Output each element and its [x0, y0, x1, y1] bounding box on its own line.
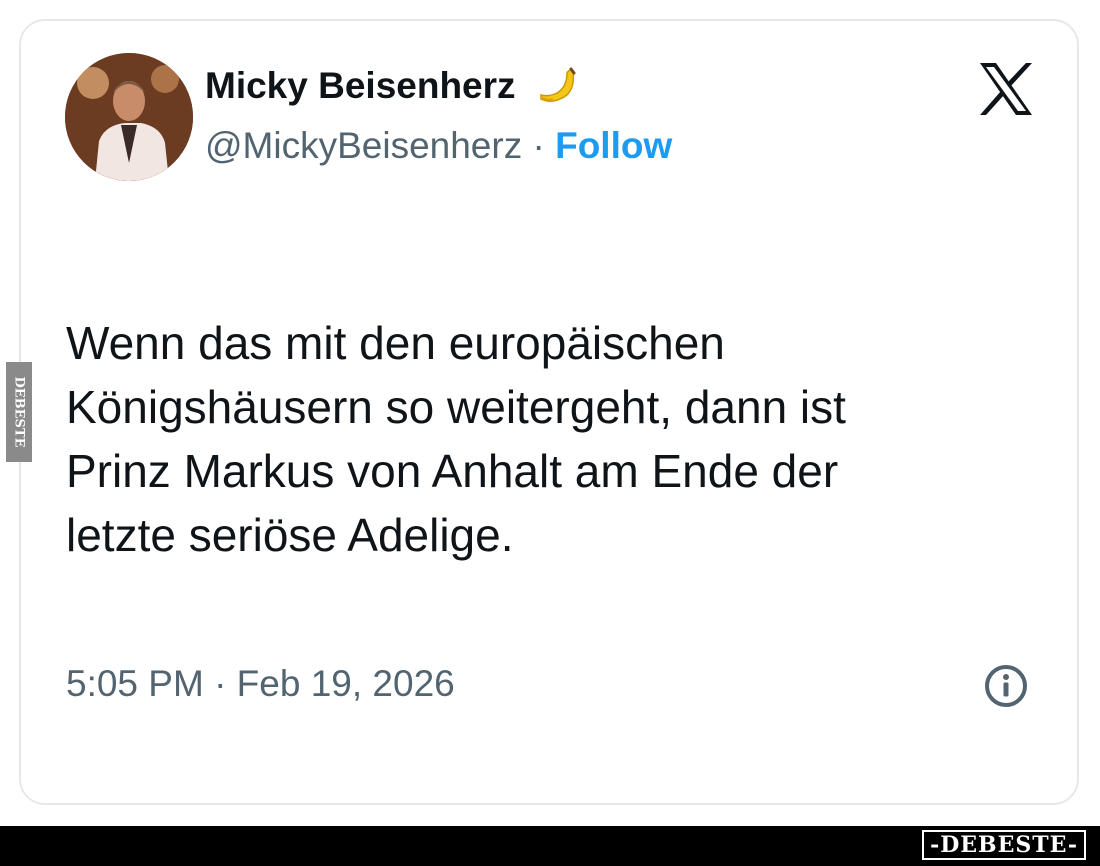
side-watermark-text: DEBESTE	[12, 376, 27, 447]
author-handle[interactable]: @MickyBeisenherz	[205, 125, 522, 166]
avatar-photo	[65, 53, 193, 181]
author-display-name[interactable]: Micky Beisenherz	[205, 65, 516, 107]
tweet-text-line: letzte seriöse Adelige.	[66, 509, 514, 561]
x-logo-icon[interactable]	[976, 61, 1036, 117]
watermark-badge: -DEBESTE-	[922, 830, 1086, 860]
follow-button[interactable]: Follow	[555, 125, 672, 166]
tweet-text-line: Wenn das mit den europäischen	[66, 317, 725, 369]
avatar[interactable]	[65, 53, 193, 181]
separator-dot: ·	[532, 125, 545, 166]
info-icon[interactable]	[983, 663, 1029, 709]
banana-icon	[540, 67, 576, 102]
bottom-bar: -DEBESTE-	[0, 826, 1100, 866]
side-watermark: DEBESTE	[6, 362, 32, 462]
tweet-text-line: Prinz Markus von Anhalt am Ende der	[66, 445, 839, 497]
tweet-card: Micky Beisenherz @MickyBeisenherz · Foll…	[19, 19, 1079, 805]
tweet-text: Wenn das mit den europäischen Königshäus…	[66, 311, 1046, 567]
author-handle-row: @MickyBeisenherz · Follow	[205, 125, 672, 167]
tweet-timestamp[interactable]: 5:05 PM · Feb 19, 2026	[66, 663, 455, 705]
tweet-text-line: Königshäusern so weitergeht, dann ist	[66, 381, 846, 433]
